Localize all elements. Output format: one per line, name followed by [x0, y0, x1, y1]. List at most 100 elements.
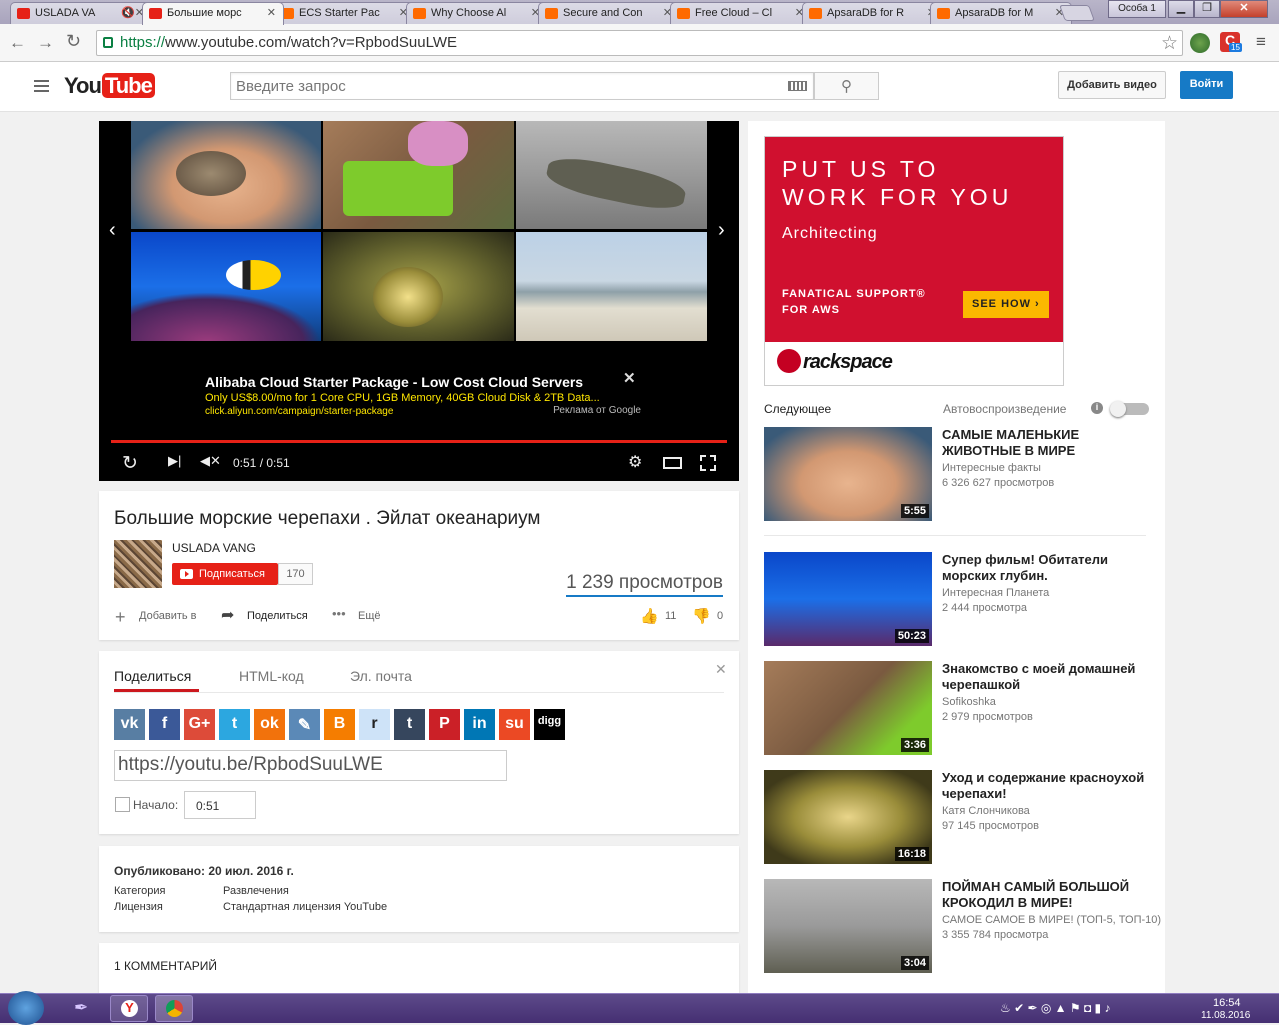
chrome-taskbar-button[interactable]: [155, 995, 193, 1022]
digg-share-icon[interactable]: digg: [534, 709, 565, 740]
up-next-item[interactable]: 3:36 Знакомство с моей домашней черепашко…: [764, 661, 1164, 761]
globe-extension-icon[interactable]: [1190, 33, 1210, 53]
endscreen-thumb-fish[interactable]: [131, 232, 321, 341]
autoplay-toggle[interactable]: [1110, 401, 1149, 417]
tray-icons[interactable]: ♨ ✔ ✒ ◎ ▲ ⚑ ◘ ▮ ♪: [1000, 1001, 1111, 1015]
theater-mode-icon[interactable]: [663, 457, 682, 469]
reload-icon[interactable]: ↻: [66, 31, 81, 52]
profile-button[interactable]: Особа 1: [1108, 0, 1166, 18]
tab-embed[interactable]: HTML-код: [239, 668, 304, 684]
mute-icon[interactable]: ◀✕: [200, 453, 221, 469]
close-tab-icon[interactable]: ✕: [267, 6, 276, 19]
up-next-item[interactable]: 3:04 ПОЙМАН САМЫЙ БОЛЬШОЙ КРОКОДИЛ В МИРЕ…: [764, 879, 1164, 979]
up-next-item[interactable]: 50:23 Супер фильм! Обитатели морских глуб…: [764, 552, 1164, 652]
share-link-field[interactable]: https://youtu.be/RpbodSuuLWE: [114, 750, 507, 781]
chevron-right-icon[interactable]: ›: [718, 219, 725, 242]
upload-button[interactable]: Добавить видео: [1058, 71, 1166, 99]
channel-avatar[interactable]: [114, 540, 162, 588]
up-next-title[interactable]: Супер фильм! Обитатели морских глубин.: [942, 552, 1157, 584]
up-next-thumbnail[interactable]: 16:18: [764, 770, 932, 864]
share-arrow-icon[interactable]: ➦: [221, 605, 234, 625]
facebook-share-icon[interactable]: f: [149, 709, 180, 740]
settings-gear-icon[interactable]: ⚙: [628, 452, 642, 472]
tumblr-share-icon[interactable]: t: [394, 709, 425, 740]
progress-bar[interactable]: [111, 440, 727, 443]
tab-email[interactable]: Эл. почта: [350, 668, 412, 684]
endscreen-thumb-turtle-tub[interactable]: [323, 121, 514, 229]
reddit-share-icon[interactable]: r: [359, 709, 390, 740]
window-close-icon[interactable]: ✕: [1220, 0, 1268, 18]
address-bar[interactable]: https://www.youtube.com/watch?v=RpbodSuu…: [96, 30, 1183, 56]
sidebar-display-ad[interactable]: PUT US TO WORK FOR YOU Architecting FANA…: [764, 136, 1064, 386]
start-time-input[interactable]: 0:51: [184, 791, 256, 819]
endscreen-thumb-kitten[interactable]: [131, 121, 321, 229]
up-next-thumbnail[interactable]: 3:04: [764, 879, 932, 973]
endscreen-thumb-crocodile[interactable]: [516, 121, 707, 229]
menu-icon[interactable]: ≡: [1256, 32, 1266, 52]
start-button-icon[interactable]: [8, 991, 44, 1025]
start-at-checkbox[interactable]: [115, 797, 130, 812]
browser-tab-active[interactable]: Большие морс ✕: [142, 2, 284, 25]
minimize-icon[interactable]: ▁: [1168, 0, 1194, 18]
browser-tab[interactable]: USLADA VA 🔇✕: [10, 2, 152, 24]
browser-tab[interactable]: ApsaraDB for R✕: [802, 2, 944, 24]
new-tab-button[interactable]: [1059, 5, 1095, 21]
keyboard-icon[interactable]: [788, 81, 807, 91]
stumbleupon-share-icon[interactable]: su: [499, 709, 530, 740]
speaker-muted-icon[interactable]: 🔇✕: [121, 6, 144, 19]
back-icon[interactable]: ←: [9, 33, 26, 53]
search-input[interactable]: Введите запрос: [230, 72, 814, 100]
browser-tab[interactable]: Free Cloud – Cl ✕: [670, 2, 812, 24]
video-player[interactable]: ‹ › Alibaba Cloud Starter Package - Low …: [99, 121, 739, 481]
feather-app-icon[interactable]: ✒: [74, 998, 88, 1018]
sign-in-button[interactable]: Войти: [1180, 71, 1233, 99]
up-next-item[interactable]: 16:18 Уход и содержание красноухой черепа…: [764, 770, 1164, 870]
up-next-title[interactable]: Уход и содержание красноухой черепахи!: [942, 770, 1157, 802]
like-icon[interactable]: 👍: [640, 607, 659, 625]
fullscreen-icon[interactable]: [700, 455, 716, 471]
subscribe-button[interactable]: Подписаться: [172, 563, 278, 585]
more-dots-icon[interactable]: •••: [332, 606, 346, 621]
tab-share[interactable]: Поделиться: [114, 668, 191, 684]
up-next-thumbnail[interactable]: 3:36: [764, 661, 932, 755]
up-next-thumbnail[interactable]: 5:55: [764, 427, 932, 521]
endscreen-thumb-red-eared-turtle[interactable]: [323, 232, 514, 341]
twitter-share-icon[interactable]: t: [219, 709, 250, 740]
close-ad-icon[interactable]: ✕: [623, 369, 636, 387]
add-to-plus-icon[interactable]: +: [115, 607, 126, 628]
browser-tab[interactable]: ApsaraDB for M ✕: [930, 2, 1072, 24]
google-plus-share-icon[interactable]: G+: [184, 709, 215, 740]
browser-tab[interactable]: ECS Starter Pac ✕: [274, 2, 416, 24]
bookmark-star-icon[interactable]: ☆: [1161, 32, 1178, 55]
next-icon[interactable]: ▶|: [168, 453, 181, 469]
more-button[interactable]: Ещё: [358, 610, 381, 622]
vk-share-icon[interactable]: vk: [114, 709, 145, 740]
chevron-left-icon[interactable]: ‹: [109, 219, 116, 242]
blogger-share-icon[interactable]: B: [324, 709, 355, 740]
browser-tab[interactable]: Why Choose Al ✕: [406, 2, 548, 24]
up-next-title[interactable]: ПОЙМАН САМЫЙ БОЛЬШОЙ КРОКОДИЛ В МИРЕ!: [942, 879, 1157, 911]
browser-tab[interactable]: Secure and Con ✕: [538, 2, 680, 24]
yandex-taskbar-button[interactable]: Y: [110, 995, 148, 1022]
youtube-logo[interactable]: You Tube: [64, 73, 155, 99]
up-next-thumbnail[interactable]: 50:23: [764, 552, 932, 646]
linkedin-share-icon[interactable]: in: [464, 709, 495, 740]
search-button[interactable]: ⚲: [814, 72, 879, 100]
ad-title[interactable]: Alibaba Cloud Starter Package - Low Cost…: [205, 374, 640, 390]
pinterest-share-icon[interactable]: P: [429, 709, 460, 740]
info-icon[interactable]: i: [1091, 402, 1103, 414]
restore-icon[interactable]: ❐: [1194, 0, 1220, 18]
replay-icon[interactable]: ↻: [122, 452, 138, 475]
up-next-item[interactable]: 5:55 САМЫЕ МАЛЕНЬКИЕ ЖИВОТНЫЕ В МИРЕ Интер…: [764, 427, 1164, 527]
overlay-ad[interactable]: Alibaba Cloud Starter Package - Low Cost…: [205, 374, 641, 417]
add-to-button[interactable]: Добавить в: [139, 610, 197, 622]
endscreen-thumb-beach[interactable]: [516, 232, 707, 341]
up-next-title[interactable]: САМЫЕ МАЛЕНЬКИЕ ЖИВОТНЫЕ В МИРЕ: [942, 427, 1157, 459]
odnoklassniki-share-icon[interactable]: ok: [254, 709, 285, 740]
close-share-icon[interactable]: ✕: [715, 661, 727, 678]
channel-name[interactable]: USLADA VANG: [172, 541, 256, 555]
livejournal-share-icon[interactable]: ✎: [289, 709, 320, 740]
forward-icon[interactable]: →: [37, 33, 54, 53]
up-next-title[interactable]: Знакомство с моей домашней черепашкой: [942, 661, 1157, 693]
see-how-button[interactable]: SEE HOW ›: [963, 291, 1049, 318]
